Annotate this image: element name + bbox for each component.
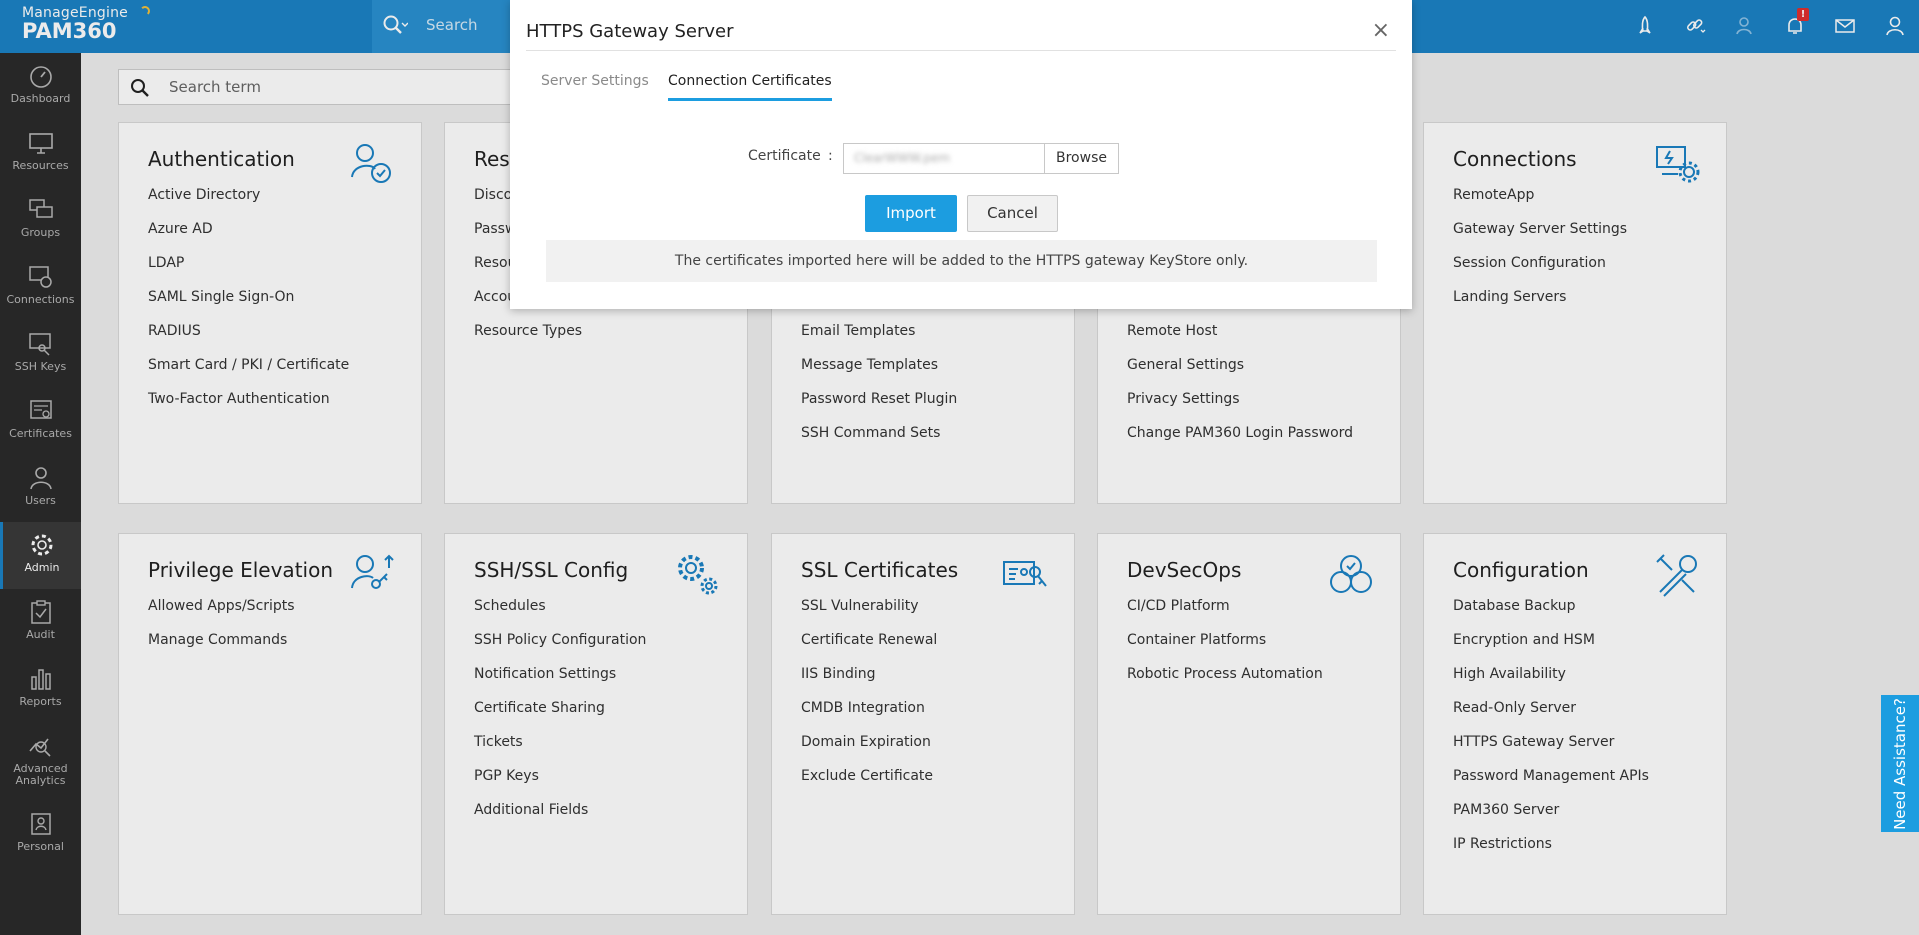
- need-assistance-label: Need Assistance?: [1891, 697, 1909, 830]
- tab-connection-certificates[interactable]: Connection Certificates: [668, 73, 832, 101]
- import-button[interactable]: Import: [865, 195, 957, 232]
- certificate-colon: :: [828, 148, 833, 164]
- tab-server-settings[interactable]: Server Settings: [541, 73, 649, 98]
- modal-divider: [526, 50, 1396, 51]
- browse-button[interactable]: Browse: [1044, 143, 1119, 174]
- cancel-button[interactable]: Cancel: [967, 195, 1058, 232]
- certificate-file-field[interactable]: ClearWWW.pem: [843, 143, 1045, 174]
- need-assistance-button[interactable]: Need Assistance?: [1881, 695, 1919, 832]
- https-gateway-modal: HTTPS Gateway Server × Server Settings C…: [510, 0, 1412, 309]
- info-message: The certificates imported here will be a…: [546, 240, 1377, 282]
- modal-title: HTTPS Gateway Server: [526, 21, 734, 42]
- certificate-label: Certificate: [748, 148, 821, 164]
- certificate-file-name: ClearWWW.pem: [854, 151, 951, 165]
- close-icon[interactable]: ×: [1372, 18, 1390, 43]
